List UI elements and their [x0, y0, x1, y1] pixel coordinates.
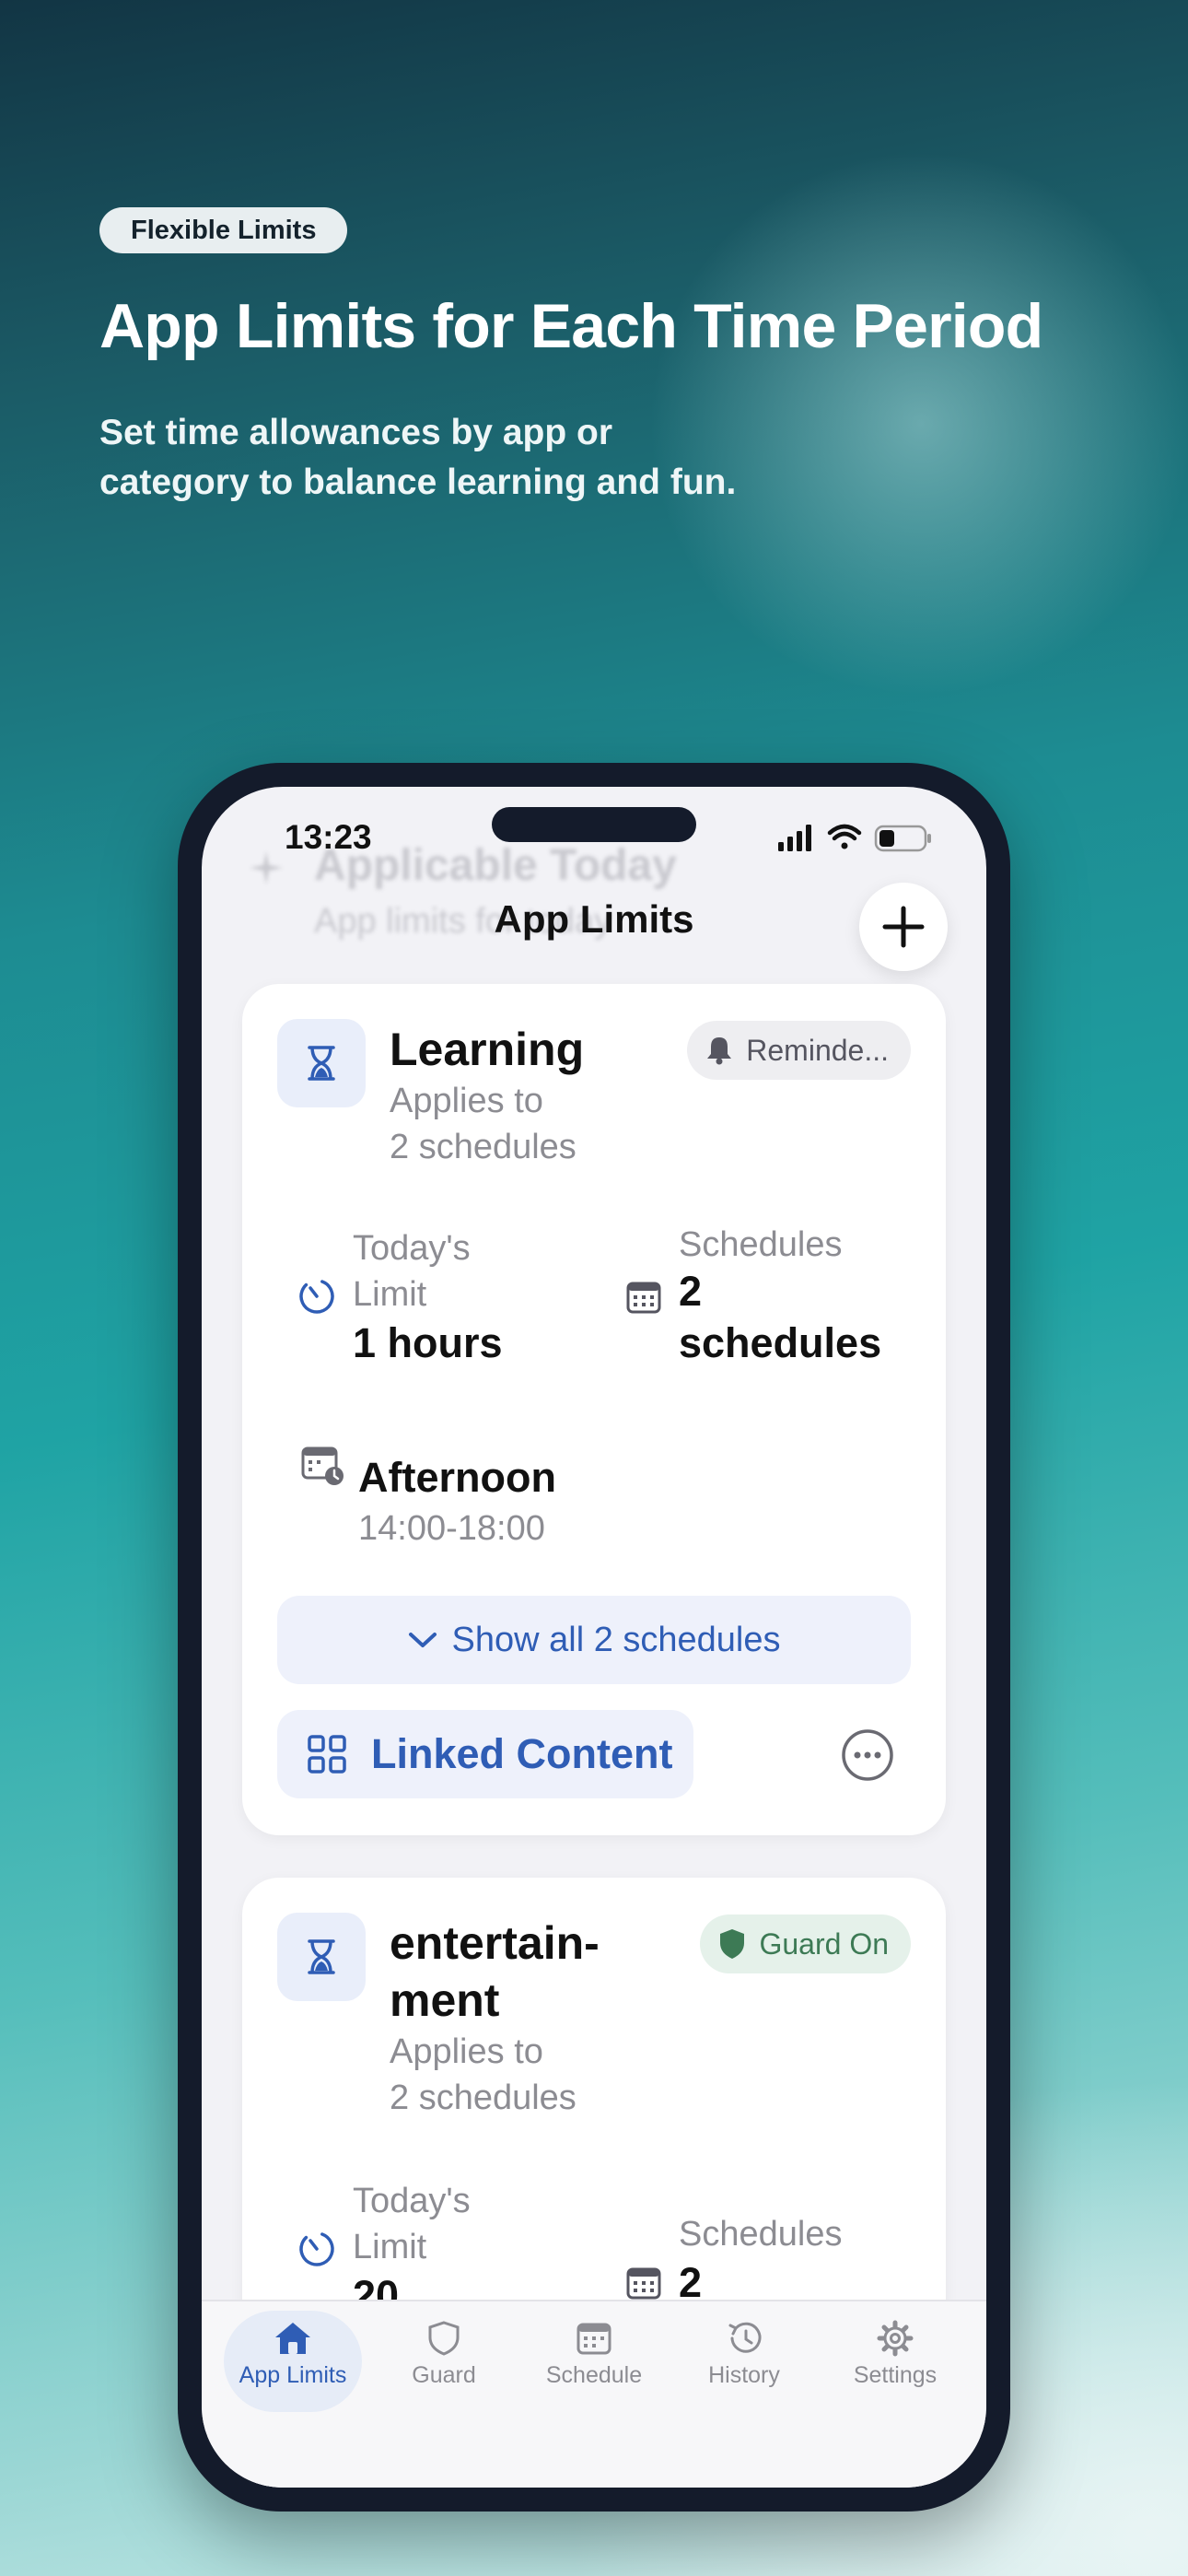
- hero-title: App Limits for Each Time Period: [99, 291, 1043, 361]
- hourglass-icon: [308, 1046, 335, 1081]
- category-icon: [277, 1913, 366, 2001]
- plus-icon: [882, 906, 925, 948]
- gear-icon: [877, 2320, 914, 2357]
- applies-line1: Applies to: [390, 1082, 543, 1120]
- card-title-line1: entertain-: [390, 1917, 600, 1969]
- today-limit-label-line2: Limit: [353, 2228, 427, 2266]
- linked-content-label: Linked Content: [371, 1730, 673, 1777]
- dynamic-island: [492, 807, 696, 842]
- phone-screen: Applicable Today App limits for today 13…: [202, 787, 986, 2488]
- calendar-icon: [577, 2323, 611, 2355]
- signal-icon: [778, 825, 811, 851]
- today-limit-label-line1: Today's: [353, 2182, 471, 2220]
- linked-content-button[interactable]: Linked Content: [277, 1710, 693, 1798]
- sparkle-icon: [250, 851, 283, 884]
- schedules-label: Schedules: [679, 2215, 843, 2254]
- tab-label: Schedule: [545, 2362, 643, 2388]
- add-limit-button[interactable]: [859, 883, 948, 971]
- hero-subtitle: Set time allowances by app or category t…: [99, 408, 799, 508]
- schedule-name: Afternoon: [358, 1454, 556, 1501]
- tab-history[interactable]: History: [675, 2311, 813, 2412]
- shield-icon: [720, 1929, 745, 1959]
- timer-icon: [299, 1279, 334, 1314]
- tab-settings[interactable]: Settings: [826, 2311, 964, 2412]
- schedules-label: Schedules: [679, 1225, 843, 1264]
- tab-app-limits[interactable]: App Limits: [224, 2311, 362, 2412]
- reminder-chip-label: Reminde...: [746, 1033, 889, 1067]
- card-title: Learning: [390, 1024, 585, 1075]
- battery-icon: [874, 825, 931, 852]
- today-limit-label-line2: Limit: [353, 1275, 427, 1314]
- feature-pill: Flexible Limits: [99, 207, 348, 253]
- applies-line2: 2 schedules: [390, 2078, 577, 2117]
- today-limit-value: 1 hours: [353, 1319, 503, 1366]
- history-icon: [728, 2322, 762, 2353]
- schedule-time: 14:00-18:00: [358, 1509, 545, 1548]
- card-title-line2: ment: [390, 1974, 500, 2026]
- applies-line2: 2 schedules: [390, 1128, 577, 1166]
- applies-line1: Applies to: [390, 2032, 543, 2071]
- show-all-label: Show all 2 schedules: [451, 1620, 781, 1659]
- limit-card-learning[interactable]: Learning Applies to 2 schedules Reminde.…: [242, 984, 946, 1835]
- hero-subtitle-line1: Set time allowances by app or: [99, 413, 613, 453]
- phone-frame: Applicable Today App limits for today 13…: [178, 763, 1010, 2512]
- tab-schedule[interactable]: Schedule: [525, 2311, 663, 2412]
- tab-bar: App Limits Guard Schedule History Settin…: [202, 2300, 986, 2488]
- status-time: 13:23: [285, 818, 372, 856]
- more-options-icon[interactable]: [841, 1728, 894, 1782]
- bell-icon: [707, 1037, 732, 1065]
- show-all-schedules-button[interactable]: Show all 2 schedules: [277, 1596, 911, 1684]
- shield-icon: [428, 2321, 460, 2356]
- calendar-icon: [626, 1282, 661, 1314]
- grid-icon: [308, 1735, 346, 1774]
- calendar-icon: [626, 2267, 661, 2300]
- status-icons: [778, 824, 931, 852]
- hourglass-icon: [308, 1939, 335, 1974]
- schedules-value-line2: schedules: [679, 1319, 882, 1366]
- chevron-down-icon: [408, 1633, 437, 1647]
- schedules-value-line1: 2: [679, 1268, 703, 1315]
- tab-label: Settings: [853, 2362, 938, 2388]
- hero-section: Flexible Limits App Limits for Each Time…: [99, 207, 1131, 508]
- calendar-clock-icon: [301, 1446, 344, 1485]
- tab-label: App Limits: [239, 2362, 347, 2388]
- hero-subtitle-line2: category to balance learning and fun.: [99, 463, 737, 503]
- timer-icon: [299, 2231, 334, 2266]
- today-limit-label-line1: Today's: [353, 1229, 471, 1268]
- wifi-icon: [827, 824, 862, 849]
- guard-chip[interactable]: Guard On: [700, 1914, 911, 1973]
- category-icon: [277, 1019, 366, 1107]
- tab-label: Guard: [412, 2362, 476, 2388]
- tab-guard[interactable]: Guard: [375, 2311, 513, 2412]
- tab-label: History: [708, 2362, 780, 2388]
- reminder-chip[interactable]: Reminde...: [687, 1021, 911, 1080]
- home-icon: [275, 2323, 310, 2354]
- guard-chip-label: Guard On: [759, 1926, 889, 1961]
